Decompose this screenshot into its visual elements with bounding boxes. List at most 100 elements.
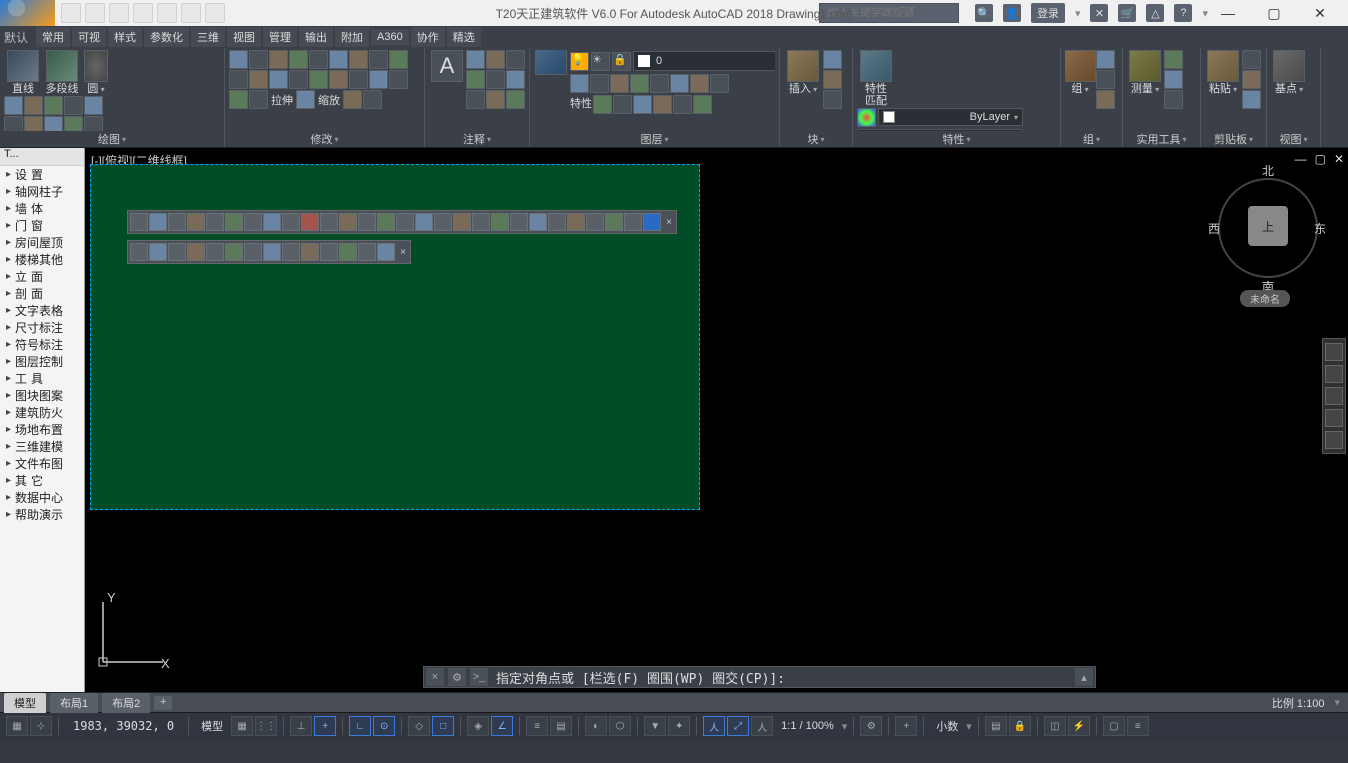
tool-icon[interactable] — [363, 90, 382, 109]
tool-icon[interactable] — [670, 74, 689, 93]
tool-icon[interactable] — [369, 70, 388, 89]
tool-icon[interactable] — [64, 116, 83, 131]
command-text[interactable]: 指定对角点或 [栏选(F) 圈围(WP) 圈交(CP)]: — [490, 668, 1073, 687]
tool-icon[interactable] — [396, 213, 414, 231]
help-icon[interactable]: ? — [1174, 4, 1192, 22]
floating-toolbar-1[interactable]: × — [127, 210, 677, 234]
grid-snap-icon[interactable]: ⊹ — [30, 716, 52, 736]
tool-icon[interactable] — [510, 213, 528, 231]
command-line[interactable]: × ⚙ >_ 指定对角点或 [栏选(F) 圈围(WP) 圈交(CP)]: ▴ — [423, 666, 1096, 688]
tool-icon[interactable] — [289, 50, 308, 69]
sidebar-item-text[interactable]: 文字表格 — [0, 302, 84, 319]
tool-icon[interactable] — [206, 213, 224, 231]
tool-icon[interactable] — [673, 95, 692, 114]
qat-open-icon[interactable] — [85, 3, 105, 23]
anno-scale-text[interactable]: 1:1 / 100% — [775, 720, 840, 732]
tool-icon[interactable] — [244, 243, 262, 261]
modelspace-label[interactable]: 模型 — [195, 718, 229, 734]
tool-icon[interactable] — [168, 243, 186, 261]
dynamic-input-icon[interactable]: + — [314, 716, 336, 736]
panel-label[interactable]: 视图 — [1271, 131, 1316, 147]
panel-label[interactable]: 组 — [1065, 131, 1118, 147]
workspace-icon[interactable]: ⚙ — [860, 716, 882, 736]
tool-icon[interactable] — [377, 213, 395, 231]
tool-icon[interactable] — [630, 74, 649, 93]
panel-label[interactable]: 特性 — [857, 131, 1056, 147]
tool-icon[interactable] — [329, 50, 348, 69]
sidebar-item-symbol[interactable]: 符号标注 — [0, 336, 84, 353]
anno-visibility-icon[interactable]: 人 — [703, 716, 725, 736]
tool-icon[interactable] — [206, 243, 224, 261]
tool-icon[interactable] — [506, 90, 525, 109]
tool-icon[interactable] — [320, 243, 338, 261]
tool-icon[interactable] — [506, 70, 525, 89]
sidebar-item-elev[interactable]: 立面 — [0, 268, 84, 285]
tool-icon[interactable] — [1164, 70, 1183, 89]
osnap-icon[interactable]: □ — [432, 716, 454, 736]
panel-label[interactable]: 绘图 — [4, 131, 220, 147]
anno-scale-icon[interactable]: 人 — [751, 716, 773, 736]
cycling-icon[interactable]: ◐ — [585, 716, 607, 736]
sidebar-item-tools[interactable]: 工具 — [0, 370, 84, 387]
tool-icon[interactable] — [358, 243, 376, 261]
tool-icon[interactable] — [263, 243, 281, 261]
tool-icon[interactable] — [823, 50, 842, 69]
insert-button[interactable]: 插入 — [784, 50, 822, 95]
tool-icon[interactable] — [4, 96, 23, 115]
selection-filter-icon[interactable]: ▼ — [644, 716, 666, 736]
tool-icon[interactable] — [349, 50, 368, 69]
scale-label[interactable]: 比例 1:100 — [1272, 695, 1331, 711]
customize-icon[interactable]: ≡ — [1127, 716, 1149, 736]
menu-item[interactable]: 协作 — [411, 27, 445, 47]
toolbar-close-icon[interactable]: × — [398, 247, 408, 258]
tool-icon[interactable] — [466, 70, 485, 89]
tool-icon[interactable] — [486, 90, 505, 109]
dynamic-ucs-icon[interactable]: ⬡ — [609, 716, 631, 736]
lock-ui-icon[interactable]: 🔒 — [1009, 716, 1031, 736]
a360-icon[interactable]: △ — [1146, 4, 1164, 22]
tool-icon[interactable] — [434, 213, 452, 231]
cmd-history-icon[interactable]: ▴ — [1075, 668, 1093, 686]
minimize-button[interactable] — [1214, 3, 1242, 23]
otrack-icon[interactable]: ∠ — [491, 716, 513, 736]
tool-icon[interactable] — [244, 213, 262, 231]
tool-icon[interactable] — [690, 74, 709, 93]
sidebar-item-dim[interactable]: 尺寸标注 — [0, 319, 84, 336]
grid-icon[interactable]: ▦ — [231, 716, 253, 736]
tool-icon[interactable] — [229, 90, 248, 109]
tool-icon[interactable] — [548, 213, 566, 231]
menu-item[interactable]: 样式 — [108, 27, 142, 47]
tool-icon[interactable] — [358, 213, 376, 231]
tool-icon[interactable] — [1096, 70, 1115, 89]
tool-icon[interactable] — [1242, 90, 1261, 109]
sidebar-item-other[interactable]: 其它 — [0, 472, 84, 489]
cart-icon[interactable]: 🛒 — [1118, 4, 1136, 22]
menu-item[interactable]: 附加 — [335, 27, 369, 47]
tool-icon[interactable] — [329, 70, 348, 89]
menu-item[interactable]: 管理 — [263, 27, 297, 47]
lineweight-icon[interactable]: ≡ — [526, 716, 548, 736]
sidebar-item-wall[interactable]: 墙体 — [0, 200, 84, 217]
isodraft-icon[interactable]: ◇ — [408, 716, 430, 736]
tool-icon[interactable] — [296, 90, 315, 109]
sidebar-item-door[interactable]: 门窗 — [0, 217, 84, 234]
sun-icon[interactable]: ☀ — [591, 52, 610, 71]
panel-label[interactable]: 剪贴板 — [1205, 131, 1262, 147]
tab-layout1[interactable]: 布局1 — [50, 693, 98, 713]
tool-icon[interactable] — [168, 213, 186, 231]
snap-icon[interactable]: ⋮⋮ — [255, 716, 277, 736]
tool-icon[interactable] — [643, 213, 661, 231]
view-unnamed-label[interactable]: 未命名 — [1240, 290, 1290, 307]
tool-icon[interactable] — [24, 96, 43, 115]
tab-model[interactable]: 模型 — [4, 693, 46, 713]
qat-undo-icon[interactable] — [181, 3, 201, 23]
tool-icon[interactable] — [377, 243, 395, 261]
gizmo-icon[interactable]: ✦ — [668, 716, 690, 736]
menu-item[interactable]: 视图 — [227, 27, 261, 47]
color-combo[interactable]: ByLayer — [878, 108, 1023, 126]
circle-button[interactable]: 圆 — [82, 50, 110, 95]
tool-icon[interactable] — [486, 70, 505, 89]
tool-icon[interactable] — [472, 213, 490, 231]
qat-new-icon[interactable] — [61, 3, 81, 23]
tool-icon[interactable] — [823, 90, 842, 109]
